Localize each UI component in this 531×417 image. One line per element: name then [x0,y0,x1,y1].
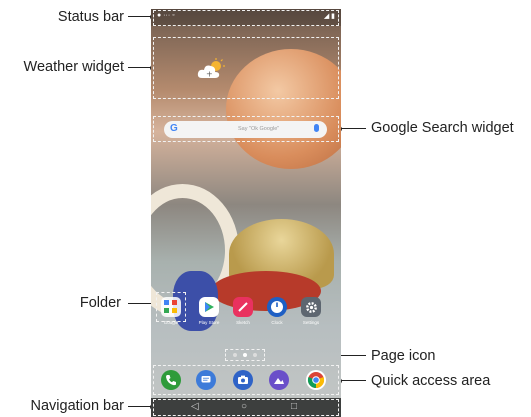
microphone-icon[interactable] [314,124,319,132]
weather-widget-outline [153,37,339,99]
svg-text:+: + [206,70,213,79]
folder-icon[interactable] [161,297,181,317]
settings-icon[interactable] [301,297,321,317]
app-label-play-store: Play Store [198,320,220,325]
clock-icon[interactable] [267,297,287,317]
play-store-icon[interactable] [199,297,219,317]
cloud-sun-icon[interactable]: + [196,58,226,80]
status-bar-outline [153,10,339,26]
leader-google-search [339,128,366,130]
navigation-bar-outline [153,399,339,416]
sketch-icon[interactable] [233,297,253,317]
phone-icon[interactable] [161,370,181,390]
chrome-icon[interactable] [306,370,326,390]
page-dot [243,353,247,357]
label-quick-access-area: Quick access area [371,373,491,389]
page-dot [233,353,237,357]
label-navigation-bar: Navigation bar [30,398,125,414]
google-logo-icon: G [170,123,178,134]
camera-icon[interactable] [233,370,253,390]
label-folder: Folder [79,295,121,311]
phone-screen: ● ··· ◦ ◢ ▮ + G Say "Ok Google" Google P… [151,9,341,417]
google-search-bar[interactable]: G Say "Ok Google" [164,121,327,138]
message-icon[interactable] [196,370,216,390]
page-indicator[interactable] [233,353,259,357]
app-label-google: Google [163,320,179,325]
label-google-search-widget: Google Search widget [371,120,514,136]
app-label-clock: Clock [271,320,283,325]
search-hint-text: Say "Ok Google" [238,126,280,132]
label-status-bar: Status bar [57,9,124,25]
label-weather-widget: Weather widget [23,59,124,75]
app-label-settings: Settings [302,320,320,325]
leader-quick-access [339,380,366,382]
page-dot [253,353,257,357]
app-label-sketch: Sketch [236,320,250,325]
gallery-icon[interactable] [269,370,289,390]
label-page-icon: Page icon [371,348,436,364]
